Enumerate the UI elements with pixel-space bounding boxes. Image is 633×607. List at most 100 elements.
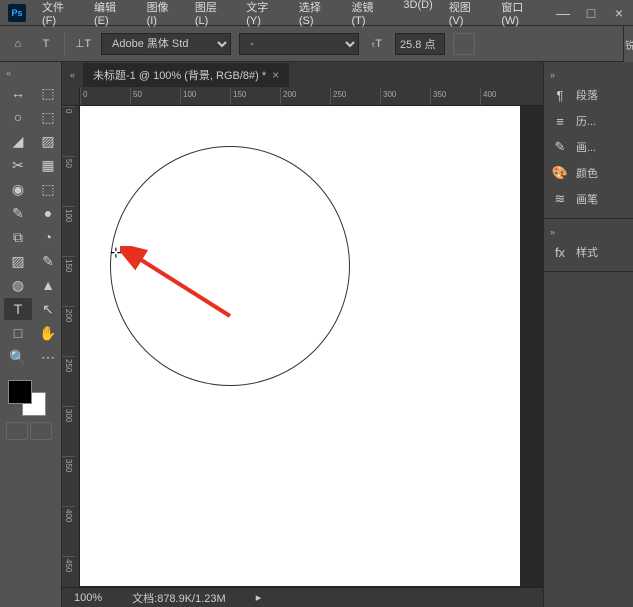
panel-label: 历...	[576, 113, 596, 129]
divider	[64, 33, 65, 55]
brush-icon: ✎	[552, 139, 568, 155]
ruler-horizontal[interactable]: 0 50 100 150 200 250 300 350 400	[80, 88, 543, 106]
pen-tool[interactable]: ▲	[34, 274, 62, 296]
panel-label: 段落	[576, 87, 598, 103]
type-tool[interactable]: T	[4, 298, 32, 320]
color-swatches[interactable]	[2, 378, 59, 418]
history-brush-tool[interactable]: ⧉	[4, 226, 32, 248]
tools-grid: ↔ ⬚ ○ ⬚ ◢ ▨ ✂ ▦ ◉ ⬚ ✎ ● ⧉ ◔ ▨ ✎ ◍ ▲ T ↖ …	[2, 80, 59, 370]
window-controls: — □ ×	[549, 0, 633, 26]
sharpen-label: 锐	[623, 26, 633, 62]
circle-path[interactable]	[110, 146, 350, 386]
close-tab-icon[interactable]: ×	[272, 68, 279, 82]
ruler-tick: 200	[62, 306, 75, 356]
menu-text[interactable]: 文字(Y)	[238, 0, 291, 31]
ruler-tick: 350	[430, 88, 480, 105]
options-bar: ⌂ T ⊥T Adobe 黑体 Std - ₜT	[0, 26, 633, 62]
document-area: « 未标题-1 @ 100% (背景, RGB/8#) * × 0 50 100…	[62, 62, 543, 607]
palette-icon: 🎨	[552, 165, 568, 181]
status-arrow-icon[interactable]: ▸	[256, 591, 262, 604]
fx-icon: fx	[552, 244, 568, 260]
paragraph-panel[interactable]: ¶ 段落	[544, 82, 633, 108]
document-info[interactable]: 文档:878.9K/1.23M	[132, 590, 226, 606]
panel-label: 画...	[576, 139, 596, 155]
document-tab[interactable]: 未标题-1 @ 100% (背景, RGB/8#) * ×	[83, 63, 289, 87]
ruler-tick: 0	[80, 88, 130, 105]
edit-toolbar[interactable]: ⋯	[34, 346, 62, 368]
status-bar: 100% 文档:878.9K/1.23M ▸	[62, 587, 543, 607]
menu-view[interactable]: 视图(V)	[441, 0, 494, 31]
tabs-expand-icon[interactable]: «	[70, 70, 75, 80]
ruler-tick: 100	[62, 206, 75, 256]
ps-logo-icon: Ps	[8, 4, 26, 22]
menu-layer[interactable]: 图层(L)	[187, 0, 238, 31]
maximize-button[interactable]: □	[577, 0, 605, 26]
brush-tool[interactable]: ✎	[4, 202, 32, 224]
text-orient-icon[interactable]: ⊥T	[73, 34, 93, 54]
minimize-button[interactable]: —	[549, 0, 577, 26]
canvas[interactable]: ⊹	[80, 106, 543, 587]
history-panel[interactable]: ≡ 历...	[544, 108, 633, 134]
menu-window[interactable]: 窗口(W)	[493, 0, 549, 31]
brush-panel[interactable]: ✎ 画...	[544, 134, 633, 160]
menu-file[interactable]: 文件(F)	[34, 0, 86, 31]
foreground-color[interactable]	[8, 380, 32, 404]
eraser-tool[interactable]: ◔	[34, 226, 62, 248]
zoom-tool[interactable]: 🔍	[4, 346, 32, 368]
right-panels: » ¶ 段落 ≡ 历... ✎ 画... 🎨 颜色 ≋ 画笔 »	[543, 62, 633, 607]
brushes-icon: ≋	[552, 191, 568, 207]
type-tool-icon[interactable]: T	[36, 34, 56, 54]
title-bar: Ps 文件(F) 编辑(E) 图像(I) 图层(L) 文字(Y) 选择(S) 滤…	[0, 0, 633, 26]
color-panel[interactable]: 🎨 颜色	[544, 160, 633, 186]
frame-tool[interactable]: ✂	[4, 154, 32, 176]
rectangle-tool[interactable]: □	[4, 322, 32, 344]
anti-alias-box[interactable]	[453, 33, 475, 55]
ruler-tick: 250	[330, 88, 380, 105]
brushes-panel[interactable]: ≋ 画笔	[544, 186, 633, 212]
menu-select[interactable]: 选择(S)	[291, 0, 344, 31]
font-style-select[interactable]: -	[239, 33, 359, 55]
ruler-tick: 350	[62, 456, 75, 506]
home-icon[interactable]: ⌂	[8, 34, 28, 54]
menu-filter[interactable]: 滤镜(T)	[343, 0, 395, 31]
panel-expand-icon[interactable]: »	[544, 68, 633, 82]
panel-group-1: » ¶ 段落 ≡ 历... ✎ 画... 🎨 颜色 ≋ 画笔	[544, 62, 633, 219]
blur-tool[interactable]: ✎	[34, 250, 62, 272]
panel-expand-icon[interactable]: »	[544, 225, 633, 239]
move-tool[interactable]: ↔	[4, 82, 32, 104]
crop-tool[interactable]: ◢	[4, 130, 32, 152]
tools-expand-icon[interactable]: «	[2, 66, 59, 80]
menu-image[interactable]: 图像(I)	[139, 0, 187, 31]
artboard-tool[interactable]: ⬚	[34, 82, 62, 104]
gradient-tool[interactable]: ▨	[4, 250, 32, 272]
type-cursor-icon: ⊹	[110, 244, 122, 261]
close-button[interactable]: ×	[605, 0, 633, 26]
history-icon: ≡	[552, 113, 568, 129]
styles-panel[interactable]: fx 样式	[544, 239, 633, 265]
font-size-input[interactable]	[395, 33, 445, 55]
ruler-tick: 250	[62, 356, 75, 406]
slice-tool[interactable]: ▨	[34, 130, 62, 152]
marquee-tool[interactable]: ⬚	[34, 106, 62, 128]
hand-tool[interactable]: ✋	[34, 322, 62, 344]
quick-mask-mode[interactable]	[6, 422, 28, 440]
menu-3d[interactable]: 3D(D)	[395, 0, 440, 31]
menu-edit[interactable]: 编辑(E)	[86, 0, 139, 31]
font-family-select[interactable]: Adobe 黑体 Std	[101, 33, 231, 55]
font-size-icon: ₜT	[367, 34, 387, 54]
eyedropper-tool[interactable]: ◉	[4, 178, 32, 200]
path-select-tool[interactable]: ↖	[34, 298, 62, 320]
panel-label: 颜色	[576, 165, 598, 181]
clone-tool[interactable]: ●	[34, 202, 62, 224]
dodge-tool[interactable]: ◍	[4, 274, 32, 296]
zoom-level[interactable]: 100%	[74, 592, 102, 604]
ruler-vertical[interactable]: 0 50 100 150 200 250 300 350 400 450	[62, 106, 80, 587]
ruler-tick: 100	[180, 88, 230, 105]
panel-label: 画笔	[576, 191, 598, 207]
main-area: « ↔ ⬚ ○ ⬚ ◢ ▨ ✂ ▦ ◉ ⬚ ✎ ● ⧉ ◔ ▨ ✎ ◍ ▲ T …	[0, 62, 633, 607]
lasso-tool[interactable]: ○	[4, 106, 32, 128]
document-page[interactable]: ⊹	[80, 106, 520, 586]
screen-mode[interactable]	[30, 422, 52, 440]
quick-select-tool[interactable]: ▦	[34, 154, 62, 176]
spot-heal-tool[interactable]: ⬚	[34, 178, 62, 200]
